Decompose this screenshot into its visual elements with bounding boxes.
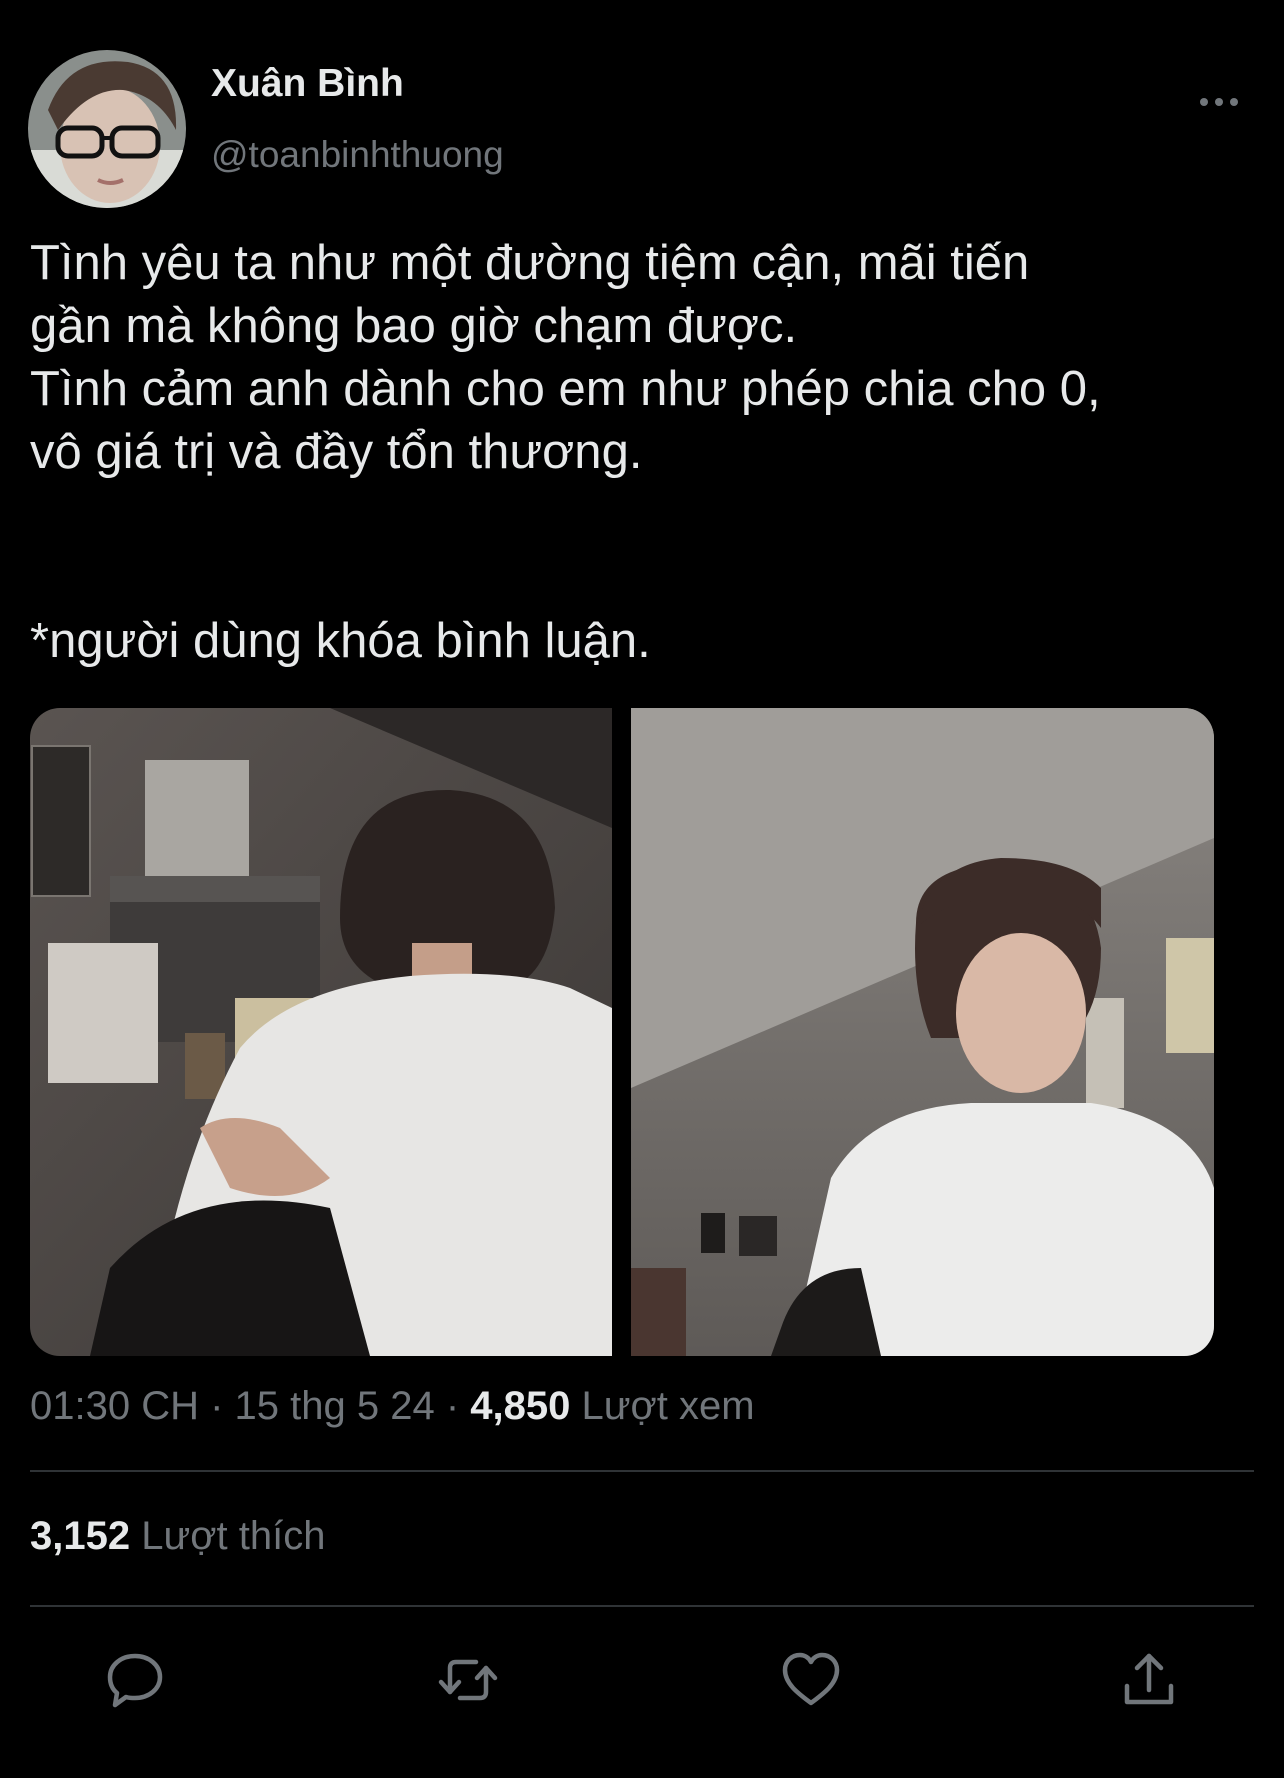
like-button[interactable] xyxy=(779,1648,843,1712)
reply-button[interactable] xyxy=(103,1648,167,1712)
heart-icon xyxy=(782,1652,840,1706)
tweet-text-line: gần mà không bao giờ chạm được. xyxy=(30,299,798,353)
likes-stat[interactable]: 3,152 Lượt thích xyxy=(30,1514,325,1559)
divider xyxy=(30,1605,1254,1607)
tweet-text-line: vô giá trị và đầy tổn thương. xyxy=(30,425,643,479)
photo-2-image xyxy=(631,708,1214,1356)
more-options-button[interactable] xyxy=(1196,84,1242,114)
tweet-text: Tình yêu ta như một đường tiệm cận, mãi … xyxy=(30,232,1270,673)
author-display-name[interactable]: Xuân Bình xyxy=(211,62,404,106)
divider xyxy=(30,1470,1254,1472)
more-horizontal-icon xyxy=(1200,98,1238,106)
share-icon xyxy=(1124,1653,1174,1705)
photo-1[interactable] xyxy=(30,708,612,1356)
author-handle[interactable]: @toanbinhthuong xyxy=(211,134,504,176)
reply-icon xyxy=(107,1653,163,1708)
avatar-image xyxy=(28,50,186,208)
avatar[interactable] xyxy=(28,50,186,208)
views-label: Lượt xem xyxy=(581,1384,755,1428)
media-grid[interactable] xyxy=(30,708,1214,1356)
retweet-icon xyxy=(438,1659,498,1701)
likes-count: 3,152 xyxy=(30,1514,131,1558)
tweet-meta: 01:30 CH · 15 thg 5 24 · 4,850 Lượt xem xyxy=(30,1384,755,1429)
tweet-text-line: Tình cảm anh dành cho em như phép chia c… xyxy=(30,362,1101,416)
photo-2[interactable] xyxy=(631,708,1214,1356)
meta-separator: · xyxy=(198,1384,235,1428)
tweet-time[interactable]: 01:30 CH xyxy=(30,1384,199,1428)
likes-label: Lượt thích xyxy=(141,1514,326,1558)
tweet-text-line: *người dùng khóa bình luận. xyxy=(30,614,651,668)
tweet-text-line xyxy=(30,547,1270,610)
share-button[interactable] xyxy=(1117,1648,1181,1712)
tweet-text-line: Tình yêu ta như một đường tiệm cận, mãi … xyxy=(30,236,1030,290)
photo-1-image xyxy=(30,708,612,1356)
tweet-text-line xyxy=(30,484,1270,547)
retweet-button[interactable] xyxy=(436,1648,500,1712)
meta-separator: · xyxy=(434,1384,471,1428)
views-count: 4,850 xyxy=(470,1384,571,1428)
tweet-date[interactable]: 15 thg 5 24 xyxy=(235,1384,435,1428)
